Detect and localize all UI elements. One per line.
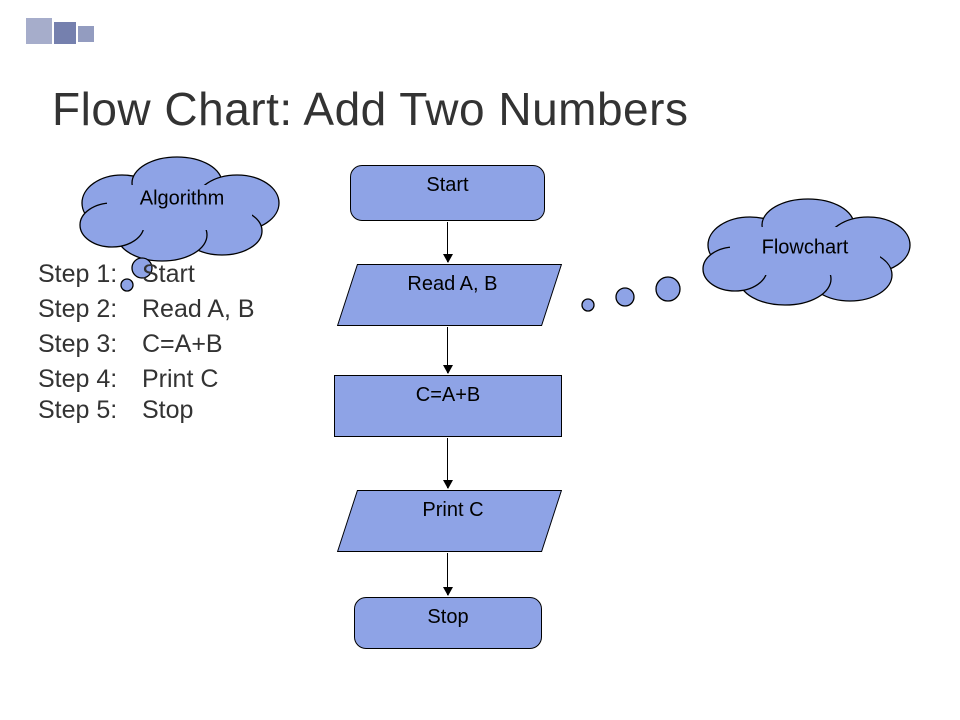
step-text: Stop bbox=[142, 396, 193, 425]
step-text: Print C bbox=[142, 365, 218, 394]
flow-process: C=A+B bbox=[334, 375, 562, 437]
step-row: Step 2: Read A, B bbox=[38, 295, 255, 324]
step-text: Start bbox=[142, 260, 195, 289]
algorithm-cloud: Algorithm bbox=[72, 153, 292, 263]
step-row: Step 3: C=A+B bbox=[38, 330, 255, 359]
step-row: Step 5: Stop bbox=[38, 396, 255, 425]
flow-stop-label: Stop bbox=[427, 606, 468, 629]
step-label: Step 1: bbox=[38, 260, 142, 289]
flow-terminal-stop: Stop bbox=[354, 597, 542, 649]
algorithm-cloud-label: Algorithm bbox=[140, 188, 224, 211]
flow-arrow bbox=[447, 222, 448, 262]
step-text: C=A+B bbox=[142, 330, 223, 359]
flow-print-label: Print C bbox=[422, 499, 483, 522]
flow-arrow bbox=[447, 553, 448, 595]
slide-title: Flow Chart: Add Two Numbers bbox=[52, 82, 688, 136]
step-text: Read A, B bbox=[142, 295, 255, 324]
slide: Flow Chart: Add Two Numbers Algorithm bbox=[0, 0, 960, 720]
flowchart-area: Start Read A, B C=A+B Print C Stop bbox=[310, 165, 610, 705]
flow-arrow bbox=[447, 438, 448, 488]
step-label: Step 3: bbox=[38, 330, 142, 359]
flow-start-label: Start bbox=[426, 174, 468, 197]
flow-arrow bbox=[447, 327, 448, 373]
step-row: Step 4: Print C bbox=[38, 365, 255, 394]
flow-io-read: Read A, B bbox=[337, 264, 562, 326]
flow-process-label: C=A+B bbox=[416, 384, 480, 407]
flow-terminal-start: Start bbox=[350, 165, 545, 221]
algorithm-steps: Step 1: Start Step 2: Read A, B Step 3: … bbox=[38, 260, 255, 431]
step-label: Step 5: bbox=[38, 396, 142, 425]
flowchart-cloud-label: Flowchart bbox=[762, 236, 849, 259]
step-label: Step 4: bbox=[38, 365, 142, 394]
step-label: Step 2: bbox=[38, 295, 142, 324]
flow-io-print: Print C bbox=[337, 490, 562, 552]
flow-read-label: Read A, B bbox=[408, 273, 498, 296]
step-row: Step 1: Start bbox=[38, 260, 255, 289]
flowchart-cloud: Flowchart bbox=[690, 195, 920, 315]
